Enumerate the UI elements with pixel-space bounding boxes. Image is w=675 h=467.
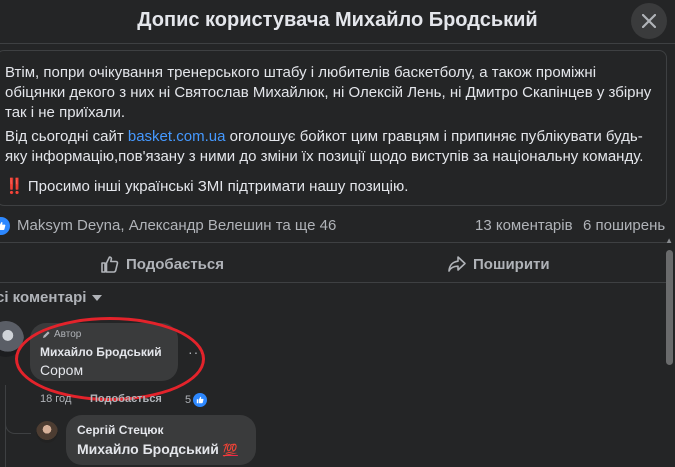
highlight-circle: [15, 317, 205, 401]
post-paragraph-3: ‼️ Просимо інші українські ЗМІ підтримат…: [5, 177, 660, 197]
share-arrow-icon: [448, 256, 466, 272]
comment-reaction-count[interactable]: 5: [185, 393, 208, 407]
like-button[interactable]: Подобається: [100, 250, 224, 278]
hundred-points-icon: 💯: [222, 443, 238, 457]
reactions-summary[interactable]: Maksym Deyna, Александр Велешин та ще 46: [17, 217, 336, 234]
close-button[interactable]: [631, 3, 667, 39]
post-text: Від сьогодні сайт: [5, 128, 128, 145]
dialog-title: Допис користувача Михайло Бродський: [137, 9, 538, 31]
thumbs-up-icon: [101, 256, 119, 273]
share-button-label: Поширити: [473, 255, 550, 273]
scrollbar-thumb[interactable]: [666, 250, 673, 365]
post-paragraph-2: Від сьогодні сайт basket.com.ua оголошує…: [5, 127, 660, 167]
comments-count[interactable]: 13 коментарів: [475, 217, 573, 234]
scroll-up-arrow-icon[interactable]: ▲: [665, 236, 673, 245]
avatar[interactable]: [36, 421, 58, 443]
double-exclamation-icon: ‼️: [5, 178, 24, 195]
comments-sort-dropdown[interactable]: сі коментарі: [0, 289, 103, 306]
close-icon: [642, 14, 656, 28]
reply-author-name[interactable]: Сергій Стецюк: [77, 423, 164, 437]
like-reaction-icon: [0, 217, 10, 235]
dialog-header: Допис користувача Михайло Бродський: [0, 0, 675, 44]
shares-count[interactable]: 6 поширень: [583, 217, 665, 234]
like-reaction-icon: [193, 393, 208, 407]
post-body: Втім, попри очікування тренерського штаб…: [0, 50, 667, 206]
comment-like-link[interactable]: Подобається: [90, 393, 162, 405]
post-text: Просимо інші українські ЗМІ підтримати н…: [23, 178, 409, 195]
mentioned-user[interactable]: Михайло Бродський: [77, 441, 219, 457]
reply-bubble: Сергій Стецюк Михайло Бродський 💯: [66, 415, 256, 465]
chevron-down-icon: [92, 294, 103, 301]
divider: [0, 242, 667, 243]
post-stats: Maksym Deyna, Александр Велешин та ще 46…: [0, 216, 675, 236]
reaction-count-value: 5: [185, 394, 192, 406]
comment-timestamp[interactable]: 18 год: [40, 393, 71, 405]
post-paragraph-1: Втім, попри очікування тренерського штаб…: [5, 64, 652, 121]
share-button[interactable]: Поширити: [447, 250, 550, 278]
thread-branch: [5, 420, 31, 434]
reply-text: Михайло Бродський 💯: [77, 441, 238, 457]
like-button-label: Подобається: [126, 255, 224, 273]
basket-link[interactable]: basket.com.ua: [128, 128, 226, 145]
divider: [0, 282, 667, 283]
sort-label: сі коментарі: [0, 289, 87, 306]
